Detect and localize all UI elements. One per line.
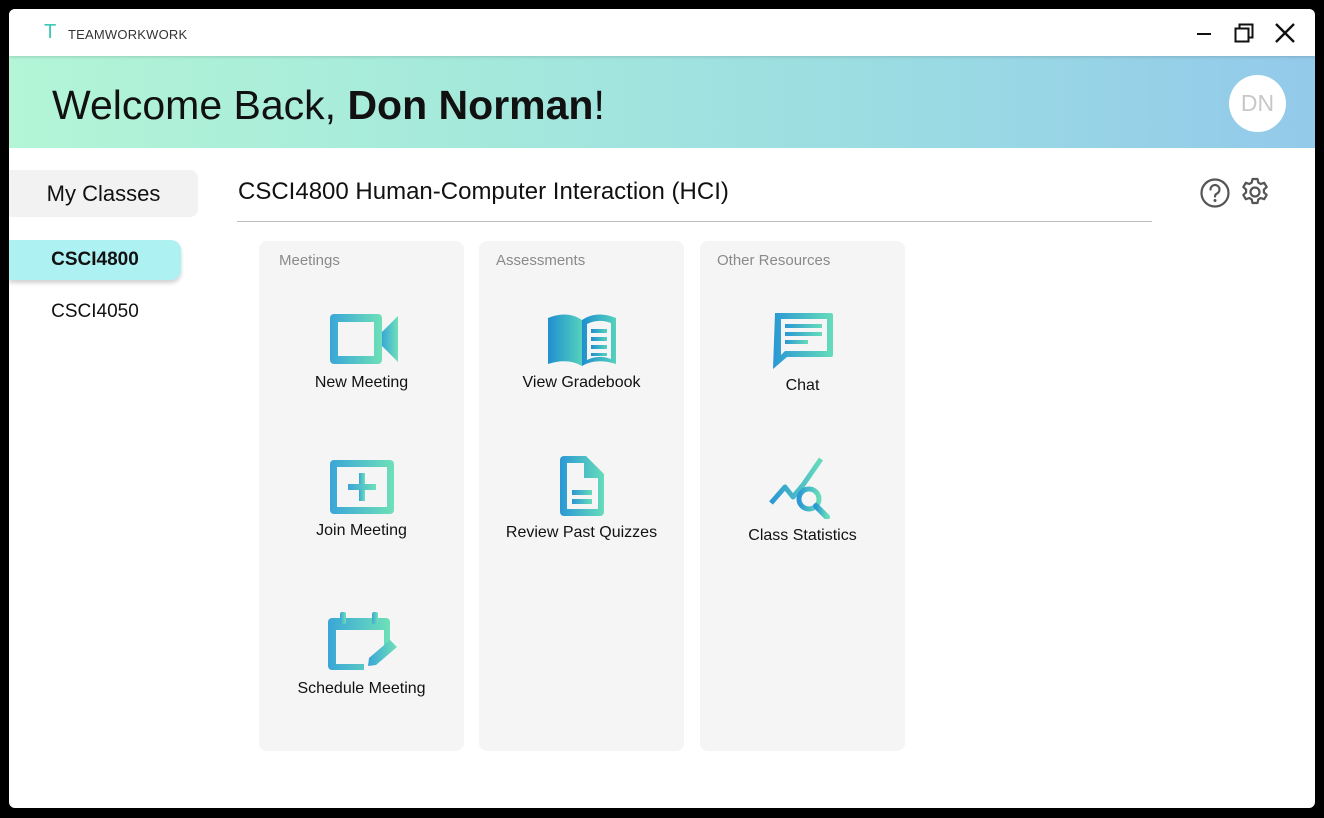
my-classes-heading: My Classes xyxy=(9,170,198,217)
document-icon xyxy=(559,456,604,516)
chat-button[interactable]: Chat xyxy=(700,311,905,395)
app-logo: T xyxy=(44,21,57,43)
tile-label: View Gradebook xyxy=(522,374,641,391)
meetings-panel: Meetings New Meeting Join Meeting Schedu… xyxy=(259,241,464,751)
maximize-icon xyxy=(1234,23,1254,43)
app-window: T TEAMWORKWORK Welcome Back, Don Norman!… xyxy=(9,9,1315,808)
chat-bubble-icon xyxy=(772,313,833,369)
gear-icon[interactable] xyxy=(1239,176,1271,208)
other-resources-panel: Other Resources Chat Class Statistics xyxy=(700,241,905,751)
tile-label: Class Statistics xyxy=(748,527,857,544)
view-gradebook-button[interactable]: View Gradebook xyxy=(479,312,684,392)
chart-search-icon xyxy=(768,457,830,519)
class-statistics-button[interactable]: Class Statistics xyxy=(700,457,905,545)
close-button[interactable] xyxy=(1273,21,1297,45)
tile-label: Review Past Quizzes xyxy=(505,524,658,541)
tile-label: Schedule Meeting xyxy=(297,680,426,697)
page-title: CSCI4800 Human-Computer Interaction (HCI… xyxy=(238,178,729,205)
calendar-edit-icon xyxy=(327,612,397,670)
tile-label: Chat xyxy=(785,377,820,394)
join-meeting-button[interactable]: Join Meeting xyxy=(259,458,464,540)
video-camera-icon xyxy=(329,314,398,364)
assessments-panel: Assessments View Gradebook Review Past Q… xyxy=(479,241,684,751)
open-book-icon xyxy=(547,314,616,366)
sidebar-item-csci4050[interactable]: CSCI4050 xyxy=(9,292,181,332)
sidebar-item-csci4800[interactable]: CSCI4800 xyxy=(9,240,181,280)
schedule-meeting-button[interactable]: Schedule Meeting xyxy=(259,610,464,698)
app-name: TEAMWORKWORK xyxy=(68,27,188,42)
maximize-button[interactable] xyxy=(1232,21,1256,45)
tile-label: Join Meeting xyxy=(316,522,407,539)
help-icon[interactable] xyxy=(1199,177,1231,209)
user-name: Don Norman xyxy=(347,82,594,128)
minimize-button[interactable] xyxy=(1192,21,1216,45)
review-past-quizzes-button[interactable]: Review Past Quizzes xyxy=(479,456,684,542)
minimize-icon xyxy=(1197,33,1211,35)
close-icon xyxy=(1275,23,1295,43)
title-bar: T TEAMWORKWORK xyxy=(9,9,1315,56)
panel-title: Meetings xyxy=(279,252,340,269)
welcome-message: Welcome Back, Don Norman! xyxy=(52,82,605,129)
plus-square-icon xyxy=(329,460,394,514)
welcome-punctuation: ! xyxy=(593,82,605,128)
new-meeting-button[interactable]: New Meeting xyxy=(259,312,464,392)
title-divider xyxy=(237,221,1152,222)
panel-title: Assessments xyxy=(496,252,586,269)
avatar[interactable]: DN xyxy=(1229,75,1286,132)
welcome-banner: Welcome Back, Don Norman! DN xyxy=(9,56,1315,148)
panel-title: Other Resources xyxy=(717,252,831,269)
tile-label: New Meeting xyxy=(314,374,409,391)
welcome-greeting: Welcome Back, xyxy=(52,82,348,128)
